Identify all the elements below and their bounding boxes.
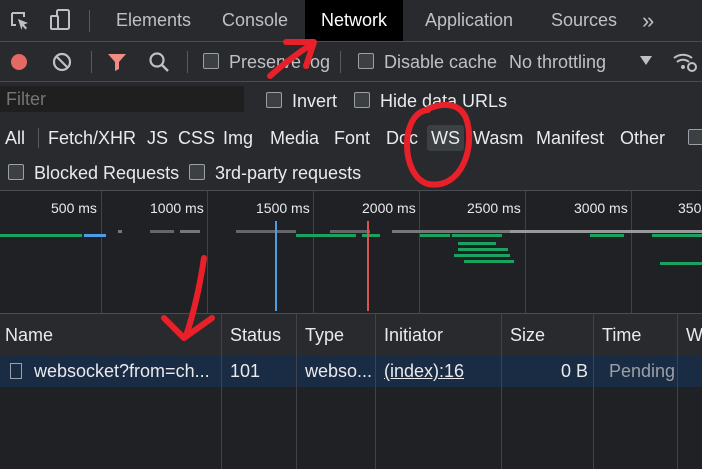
column-divider: [221, 314, 222, 469]
type-separator: [38, 128, 39, 148]
tab-console[interactable]: Console: [222, 0, 288, 41]
search-icon[interactable]: [148, 51, 170, 73]
more-tabs-icon[interactable]: »: [642, 0, 654, 41]
type-filter-doc[interactable]: Doc: [386, 125, 418, 151]
disable-cache-label[interactable]: Disable cache: [384, 52, 497, 73]
throttling-select[interactable]: No throttling: [509, 52, 606, 73]
type-filter-fetch-xhr[interactable]: Fetch/XHR: [48, 125, 136, 151]
hide-data-urls-label[interactable]: Hide data URLs: [380, 91, 507, 112]
type-filter-all[interactable]: All: [5, 125, 25, 151]
column-header-waterfall[interactable]: W: [686, 314, 702, 356]
invert-checkbox[interactable]: [266, 92, 282, 108]
hide-data-urls-checkbox[interactable]: [354, 92, 370, 108]
timeline-tick-label: 500 ms: [51, 200, 97, 216]
column-divider: [375, 314, 376, 469]
third-party-checkbox[interactable]: [189, 164, 205, 180]
request-type: webso...: [305, 361, 373, 381]
tab-elements[interactable]: Elements: [116, 0, 191, 41]
requests-table-header: [0, 314, 702, 357]
type-filter-media[interactable]: Media: [270, 125, 319, 151]
load-event-marker: [367, 221, 369, 311]
tab-network[interactable]: Network: [305, 0, 404, 41]
timeline-tick-label: 2000 ms: [362, 200, 416, 216]
timeline-tick-label: 3000 ms: [574, 200, 628, 216]
tab-sources[interactable]: Sources: [551, 0, 617, 41]
type-filter-ws[interactable]: WS: [427, 125, 464, 151]
timeline-bars: [0, 228, 702, 288]
type-filter-manifest[interactable]: Manifest: [536, 125, 604, 151]
third-party-label[interactable]: 3rd-party requests: [215, 163, 361, 184]
column-header-name[interactable]: Name: [5, 314, 53, 356]
toolbar-separator: [91, 51, 92, 73]
toolbar-separator: [340, 51, 341, 73]
timeline-tick-label: 350: [678, 200, 702, 216]
has-blocked-cookies-checkbox[interactable]: [688, 129, 702, 145]
column-divider: [677, 314, 678, 469]
column-divider: [593, 314, 594, 469]
column-divider: [296, 314, 297, 469]
column-header-size[interactable]: Size: [510, 314, 545, 356]
network-conditions-icon[interactable]: [672, 50, 698, 74]
inspect-element-icon[interactable]: [9, 10, 31, 32]
type-filter-img[interactable]: Img: [223, 125, 253, 151]
type-filter-font[interactable]: Font: [334, 125, 370, 151]
request-time: Pending: [609, 361, 676, 381]
timeline-tick-label: 1500 ms: [256, 200, 310, 216]
type-filter-wasm[interactable]: Wasm: [473, 125, 523, 151]
column-header-type[interactable]: Type: [305, 314, 344, 356]
tab-separator: [89, 10, 90, 32]
invert-label[interactable]: Invert: [292, 91, 337, 112]
document-icon: [10, 363, 22, 379]
tab-application[interactable]: Application: [425, 0, 513, 41]
type-filter-other[interactable]: Other: [620, 125, 665, 151]
disable-cache-checkbox[interactable]: [358, 53, 374, 69]
column-header-initiator[interactable]: Initiator: [384, 314, 443, 356]
timeline-tick-label: 2500 ms: [467, 200, 521, 216]
column-divider: [501, 314, 502, 469]
type-filter-css[interactable]: CSS: [178, 125, 215, 151]
blocked-requests-checkbox[interactable]: [8, 164, 24, 180]
blocked-requests-label[interactable]: Blocked Requests: [34, 163, 179, 184]
dom-content-loaded-marker: [275, 221, 277, 311]
dropdown-arrow-icon[interactable]: [640, 56, 652, 66]
clear-icon[interactable]: [52, 52, 72, 72]
type-filter-js[interactable]: JS: [147, 125, 168, 151]
request-initiator-link[interactable]: (index):16: [384, 356, 464, 387]
preserve-log-checkbox[interactable]: [203, 53, 219, 69]
request-size: 0 B: [560, 361, 588, 381]
preserve-log-label[interactable]: Preserve log: [229, 52, 330, 73]
device-toolbar-icon[interactable]: [48, 8, 72, 32]
filter-icon[interactable]: [106, 51, 128, 73]
filter-input[interactable]: [0, 86, 244, 112]
toolbar-separator: [187, 51, 188, 73]
column-header-status[interactable]: Status: [230, 314, 281, 356]
column-header-time[interactable]: Time: [602, 314, 641, 356]
request-status: 101: [230, 361, 261, 381]
record-icon[interactable]: [10, 53, 28, 71]
request-name[interactable]: websocket?from=ch...: [34, 356, 216, 387]
timeline-tick-label: 1000 ms: [150, 200, 204, 216]
